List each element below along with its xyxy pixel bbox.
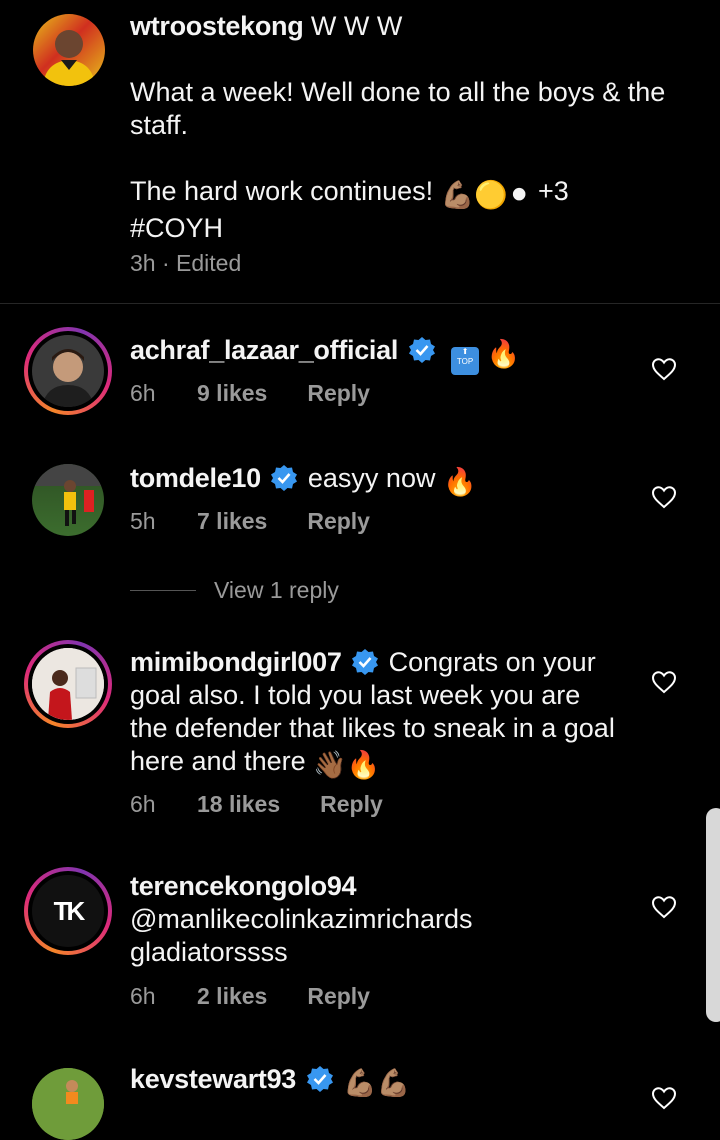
comment-body: @manlikecolinkazimrichards gladiatorssss bbox=[130, 904, 473, 967]
comment-text: kevstewart93 💪🏽💪🏽 bbox=[130, 1063, 620, 1100]
comment-meta: 6h 9 likes Reply bbox=[130, 380, 370, 407]
comment-meta: 5h 7 likes Reply bbox=[130, 508, 370, 535]
comment-likes[interactable]: 9 likes bbox=[197, 380, 267, 407]
comment-text: achraf_lazaar_official ⬆ TOP 🔥 bbox=[130, 334, 620, 375]
verified-badge-icon bbox=[352, 649, 379, 675]
verified-badge-icon bbox=[306, 1066, 333, 1092]
comment-text: terencekongolo94 @manlikecolinkazimricha… bbox=[130, 870, 620, 969]
comment-avatar-mimi[interactable] bbox=[24, 640, 112, 728]
view-replies-button[interactable]: View 1 reply bbox=[214, 577, 339, 604]
comment-emoji: 💪🏽💪🏽 bbox=[343, 1068, 411, 1098]
comment-avatar-terence[interactable]: TK bbox=[24, 867, 112, 955]
caption-title-suffix: W W W bbox=[303, 11, 403, 41]
caption-meta: 3h · Edited bbox=[130, 250, 241, 277]
comment-text: tomdele10 easyy now 🔥 bbox=[130, 462, 620, 499]
caption-hashtag[interactable]: #COYH bbox=[130, 212, 690, 245]
reply-button[interactable]: Reply bbox=[307, 508, 370, 535]
comment-avatar-achraf[interactable] bbox=[24, 327, 112, 415]
comment-avatar-kevstewart[interactable] bbox=[32, 1068, 104, 1140]
heart-outline-icon[interactable] bbox=[651, 485, 677, 509]
verified-badge-icon bbox=[271, 465, 298, 491]
comment-meta: 6h 2 likes Reply bbox=[130, 983, 370, 1010]
comment-time: 6h bbox=[130, 380, 156, 406]
comment-avatar-tomdele[interactable] bbox=[32, 464, 104, 536]
scrollbar-handle[interactable] bbox=[706, 808, 720, 1022]
comment-time: 5h bbox=[130, 508, 156, 534]
caption-text: wtroostekong W W W What a week! Well don… bbox=[130, 10, 690, 245]
comment-meta: 6h 18 likes Reply bbox=[130, 791, 383, 818]
divider bbox=[0, 303, 720, 304]
caption-avatar[interactable] bbox=[33, 14, 105, 86]
caption-line2: The hard work continues! bbox=[130, 176, 441, 206]
reply-button[interactable]: Reply bbox=[307, 983, 370, 1010]
heart-outline-icon[interactable] bbox=[651, 1086, 677, 1110]
comment-emoji: 🔥 bbox=[442, 467, 477, 497]
comment-username[interactable]: tomdele10 bbox=[130, 463, 261, 493]
comment-username[interactable]: terencekongolo94 bbox=[130, 870, 620, 903]
caption-more[interactable]: +3 bbox=[531, 176, 569, 206]
reply-button[interactable]: Reply bbox=[307, 380, 370, 407]
avatar-initials: TK bbox=[32, 875, 104, 947]
heart-outline-icon[interactable] bbox=[651, 895, 677, 919]
heart-outline-icon[interactable] bbox=[651, 670, 677, 694]
comment-text: mimibondgirl007 Congrats on your goal al… bbox=[130, 646, 620, 782]
view-replies-line bbox=[130, 590, 196, 591]
comment-username[interactable]: mimibondgirl007 bbox=[130, 647, 342, 677]
comment-body: easyy now bbox=[307, 463, 443, 493]
comment-emoji: 👋🏾🔥 bbox=[313, 750, 381, 780]
caption-time: 3h bbox=[130, 250, 156, 276]
top-emoji-icon: ⬆ TOP bbox=[451, 347, 480, 375]
caption-edited: · Edited bbox=[155, 250, 242, 276]
comment-emoji: 🔥 bbox=[486, 339, 521, 369]
comment-likes[interactable]: 2 likes bbox=[197, 983, 267, 1010]
verified-badge-icon bbox=[408, 337, 435, 363]
comment-likes[interactable]: 7 likes bbox=[197, 508, 267, 535]
comment-username[interactable]: achraf_lazaar_official bbox=[130, 335, 398, 365]
caption-line1: What a week! Well done to all the boys &… bbox=[130, 77, 666, 140]
caption-username[interactable]: wtroostekong bbox=[130, 11, 304, 41]
comment-likes[interactable]: 18 likes bbox=[197, 791, 280, 818]
reply-button[interactable]: Reply bbox=[320, 791, 383, 818]
comment-username[interactable]: kevstewart93 bbox=[130, 1064, 296, 1094]
comment-time: 6h bbox=[130, 791, 156, 817]
caption-emoji: 💪🏽🟡⚫ bbox=[440, 180, 531, 210]
comment-time: 6h bbox=[130, 983, 156, 1009]
heart-outline-icon[interactable] bbox=[651, 357, 677, 381]
